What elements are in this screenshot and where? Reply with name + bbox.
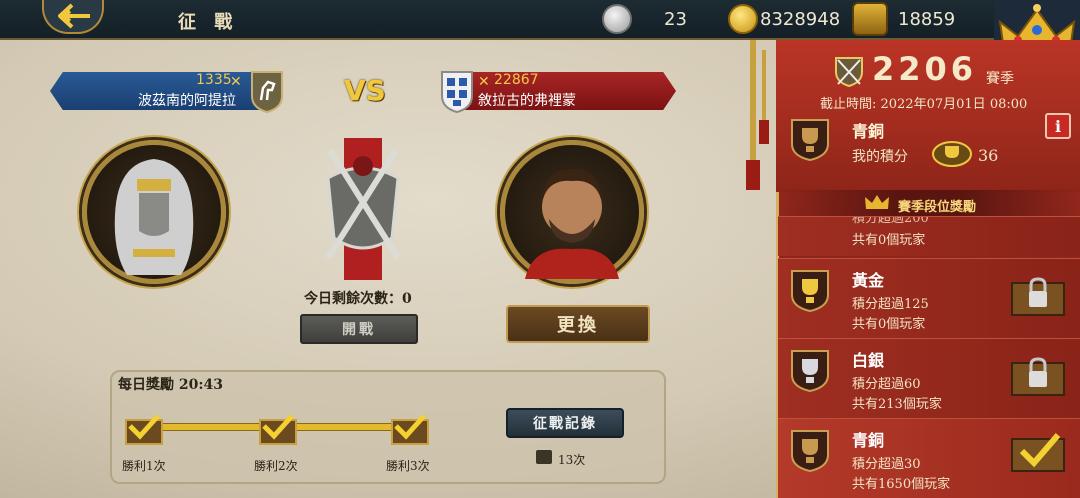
- win-3-label: 勝利3次: [386, 459, 430, 473]
- bronze-trophy-icon: [790, 429, 830, 473]
- silver-count: 23: [664, 9, 687, 30]
- left-player-name: 波茲南的阿提拉: [138, 93, 236, 109]
- rank-threshold: 積分超過60: [852, 377, 921, 392]
- daily-reward-title: 每日獎勵 20:43: [118, 377, 224, 393]
- page-title: 征 戰: [178, 12, 239, 33]
- rank-player-count: 共有213個玩家: [852, 397, 942, 412]
- locked-chest-icon[interactable]: [1008, 353, 1068, 397]
- battle-button[interactable]: 開戰: [300, 314, 418, 344]
- right-player-name: 敘拉古的弗裡蒙: [478, 93, 576, 109]
- gold-trophy-icon: [790, 269, 830, 313]
- remaining-battles-text: 今日剩餘次數：0: [304, 291, 412, 307]
- locked-chest-icon[interactable]: [1008, 273, 1068, 317]
- gold-count: 8328948: [760, 9, 841, 30]
- vs-label: VS: [344, 74, 386, 107]
- season-deadline: 截止時間: 2022年07月01日 08:00: [820, 97, 1028, 112]
- rank-row-bronze[interactable]: 青銅 積分超過30 共有1650個玩家: [778, 418, 1080, 498]
- reward-chest-icon[interactable]: [122, 410, 166, 446]
- rank-player-count: 共有0個玩家: [852, 317, 926, 332]
- crossed-swords-emblem-icon: [318, 128, 408, 280]
- scroll-icon: [536, 450, 552, 464]
- rank-threshold: 積分超過30: [852, 457, 921, 472]
- bronze-rank-icon: [790, 118, 830, 162]
- back-arrow-icon: [58, 3, 90, 29]
- my-points-value: 36: [978, 146, 999, 165]
- rank-name: 白銀: [852, 351, 885, 370]
- season-shield-icon: [832, 54, 866, 88]
- crossed-swords-icon: ✕: [478, 74, 490, 90]
- horse-emblem-icon: [250, 70, 284, 114]
- right-player-points: 22867: [494, 72, 539, 88]
- win-1-label: 勝利1次: [122, 459, 166, 473]
- record-count: 13次: [558, 453, 586, 467]
- crossed-swords-icon: ✕: [230, 74, 242, 90]
- battle-record-button[interactable]: 征戰記錄: [506, 408, 624, 438]
- rank-name: 青銅: [852, 431, 885, 450]
- left-player-points: 1335: [196, 72, 232, 88]
- silver-coin-icon: [602, 4, 632, 34]
- silver-trophy-icon: [790, 349, 830, 393]
- win-2-label: 勝利2次: [254, 459, 298, 473]
- cross-emblem-icon: [440, 70, 474, 114]
- season-points: 2206: [872, 50, 978, 88]
- info-button[interactable]: i: [1045, 113, 1071, 139]
- rank-name: 黃金: [852, 271, 885, 290]
- my-points-label: 我的積分: [852, 149, 908, 165]
- left-player-portrait[interactable]: [82, 140, 226, 284]
- honor-count: 18859: [898, 9, 956, 30]
- claimed-chest-icon[interactable]: [1008, 429, 1068, 473]
- reward-chest-icon[interactable]: [388, 410, 432, 446]
- reward-chest-icon[interactable]: [256, 410, 300, 446]
- gold-coin-icon: [728, 4, 758, 34]
- rewards-title: 賽季段位獎勵: [898, 200, 977, 215]
- panel-tassel-decor: [736, 40, 776, 200]
- honor-crown-icon: [852, 2, 888, 36]
- rank-row-partial: 積分超過200 共有0個玩家: [778, 216, 1080, 256]
- points-trophy-icon: [932, 140, 972, 168]
- season-label: 賽季: [986, 71, 1014, 87]
- rank-row-gold[interactable]: 黃金 積分超過125 共有0個玩家: [778, 258, 1080, 338]
- right-player-portrait[interactable]: [500, 140, 644, 284]
- small-crown-icon: [864, 193, 890, 211]
- rank-player-count: 共有1650個玩家: [852, 477, 951, 492]
- swap-opponent-button[interactable]: 更換: [506, 305, 650, 343]
- rank-threshold: 積分超過125: [852, 297, 929, 312]
- rank-row-silver[interactable]: 白銀 積分超過60 共有213個玩家: [778, 338, 1080, 418]
- current-rank-name: 青銅: [852, 122, 885, 141]
